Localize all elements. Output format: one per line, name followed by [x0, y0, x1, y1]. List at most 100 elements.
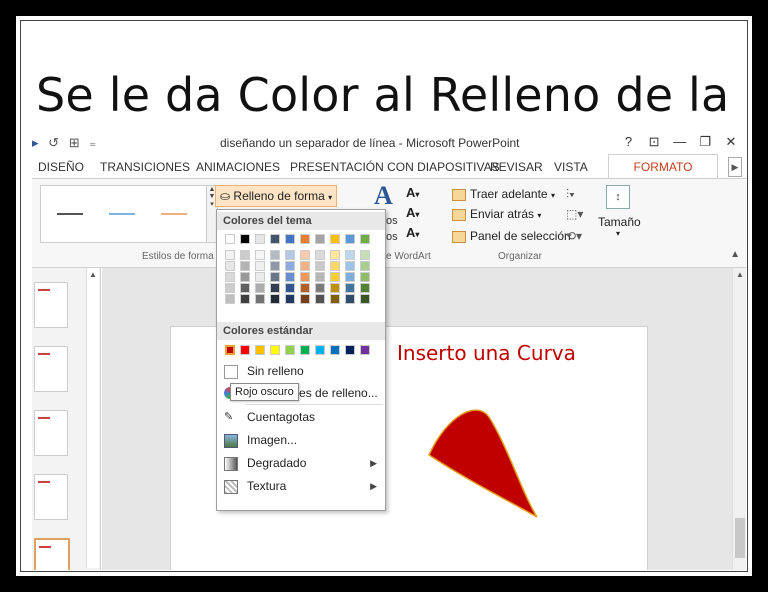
tab-diseno[interactable]: DISEÑO [38, 160, 84, 174]
theme-color-swatch[interactable] [285, 250, 295, 260]
standard-color-swatch[interactable] [345, 345, 355, 355]
tab-presentacion[interactable]: PRESENTACIÓN CON DIAPOSITIVAS [290, 160, 500, 174]
curve-shape[interactable] [427, 405, 547, 525]
group-icon[interactable]: ⬚▾ [566, 207, 583, 221]
theme-color-swatch[interactable] [300, 294, 310, 304]
theme-color-swatch[interactable] [270, 261, 280, 271]
theme-color-swatch[interactable] [345, 250, 355, 260]
bring-forward-button[interactable]: Traer adelante ▾ [452, 187, 555, 201]
theme-color-swatch[interactable] [360, 234, 370, 244]
shape-fill-button[interactable]: ⛀ Relleno de forma ▾ [215, 185, 338, 207]
theme-color-swatch[interactable] [360, 250, 370, 260]
theme-color-swatch[interactable] [300, 272, 310, 282]
canvas-scrollbar[interactable]: ▲ [732, 268, 746, 570]
customize-qat-icon[interactable]: ₌ [89, 135, 96, 150]
theme-color-swatch[interactable] [270, 234, 280, 244]
theme-color-swatch[interactable] [360, 283, 370, 293]
tab-vista[interactable]: VISTA [554, 160, 588, 174]
theme-color-swatch[interactable] [225, 283, 235, 293]
theme-color-swatch[interactable] [360, 261, 370, 271]
rotate-icon[interactable]: ⟲▾ [566, 229, 582, 243]
theme-color-swatch[interactable] [225, 261, 235, 271]
theme-color-swatch[interactable] [285, 283, 295, 293]
standard-color-swatch[interactable] [360, 345, 370, 355]
theme-color-swatch[interactable] [360, 272, 370, 282]
undo-icon[interactable]: ↺ [48, 135, 59, 150]
theme-color-swatch[interactable] [315, 294, 325, 304]
theme-color-swatch[interactable] [255, 294, 265, 304]
slide-title[interactable]: Inserto una Curva [397, 341, 576, 365]
theme-color-swatch[interactable] [240, 272, 250, 282]
theme-color-swatch[interactable] [270, 272, 280, 282]
theme-color-swatch[interactable] [300, 261, 310, 271]
image-item[interactable]: Imagen... [217, 429, 385, 451]
theme-color-swatch[interactable] [270, 250, 280, 260]
theme-color-swatch[interactable] [285, 294, 295, 304]
theme-color-swatch[interactable] [255, 234, 265, 244]
slide-thumbnail[interactable] [34, 346, 68, 392]
size-button[interactable]: ↕ Tamaño ▾ [598, 185, 641, 238]
theme-color-swatch[interactable] [330, 294, 340, 304]
theme-color-swatch[interactable] [345, 283, 355, 293]
theme-color-swatch[interactable] [255, 250, 265, 260]
text-effects-icon[interactable]: A▾ [406, 225, 419, 240]
theme-color-swatch[interactable] [240, 250, 250, 260]
theme-color-swatch[interactable] [345, 261, 355, 271]
theme-color-swatch[interactable] [330, 250, 340, 260]
tab-transiciones[interactable]: TRANSICIONES [100, 160, 190, 174]
theme-color-swatch[interactable] [240, 261, 250, 271]
theme-color-swatch[interactable] [270, 294, 280, 304]
theme-color-swatch[interactable] [330, 283, 340, 293]
no-fill-item[interactable]: Sin relleno [217, 360, 385, 382]
theme-color-swatch[interactable] [225, 294, 235, 304]
tab-scroll-right-icon[interactable]: ▶ [728, 157, 742, 177]
standard-color-swatch[interactable] [300, 345, 310, 355]
theme-color-swatch[interactable] [300, 250, 310, 260]
text-fill-icon[interactable]: A▾ [406, 185, 419, 200]
texture-item[interactable]: Textura ▶ [217, 475, 385, 497]
tab-animaciones[interactable]: ANIMACIONES [196, 160, 280, 174]
send-backward-button[interactable]: Enviar atrás ▾ [452, 207, 541, 221]
standard-color-swatch[interactable] [285, 345, 295, 355]
theme-color-swatch[interactable] [330, 234, 340, 244]
theme-color-swatch[interactable] [315, 272, 325, 282]
theme-color-swatch[interactable] [330, 272, 340, 282]
theme-color-swatch[interactable] [255, 272, 265, 282]
collapse-ribbon-icon[interactable]: ▲ [730, 249, 740, 260]
gradient-item[interactable]: Degradado ▶ [217, 452, 385, 474]
theme-color-swatch[interactable] [315, 261, 325, 271]
save-icon[interactable]: ▸ [32, 135, 39, 150]
theme-color-swatch[interactable] [300, 234, 310, 244]
minimize-button[interactable]: — [669, 134, 691, 149]
theme-color-swatch[interactable] [255, 261, 265, 271]
theme-color-swatch[interactable] [315, 234, 325, 244]
eyedropper-item[interactable]: ✎ Cuentagotas [217, 406, 385, 428]
slide-thumbnail[interactable] [34, 410, 68, 456]
align-icon[interactable]: ⫶▾ [566, 187, 575, 202]
theme-color-swatch[interactable] [240, 234, 250, 244]
standard-color-swatch[interactable] [240, 345, 250, 355]
theme-color-swatch[interactable] [225, 272, 235, 282]
theme-color-swatch[interactable] [345, 234, 355, 244]
text-outline-icon[interactable]: A▾ [406, 205, 419, 220]
theme-color-swatch[interactable] [285, 234, 295, 244]
ribbon-display-button[interactable]: ⊡ [643, 134, 665, 150]
theme-color-swatch[interactable] [315, 250, 325, 260]
style-orange-line[interactable] [161, 213, 187, 215]
theme-color-swatch[interactable] [225, 250, 235, 260]
theme-color-swatch[interactable] [360, 294, 370, 304]
close-button[interactable]: ✕ [720, 134, 742, 150]
thumbnails-scrollbar[interactable]: ▲ [86, 268, 99, 568]
theme-color-swatch[interactable] [285, 272, 295, 282]
theme-color-swatch[interactable] [225, 234, 235, 244]
theme-color-swatch[interactable] [285, 261, 295, 271]
scroll-thumb[interactable] [735, 518, 745, 558]
standard-color-swatch[interactable] [270, 345, 280, 355]
scroll-up-icon[interactable]: ▲ [89, 270, 97, 279]
theme-color-swatch[interactable] [270, 283, 280, 293]
theme-color-swatch[interactable] [345, 272, 355, 282]
wordart-text-icon[interactable]: A [374, 181, 393, 211]
slide-thumbnail[interactable] [34, 282, 68, 328]
theme-color-swatch[interactable] [240, 283, 250, 293]
scroll-up-icon[interactable]: ▲ [736, 270, 744, 279]
